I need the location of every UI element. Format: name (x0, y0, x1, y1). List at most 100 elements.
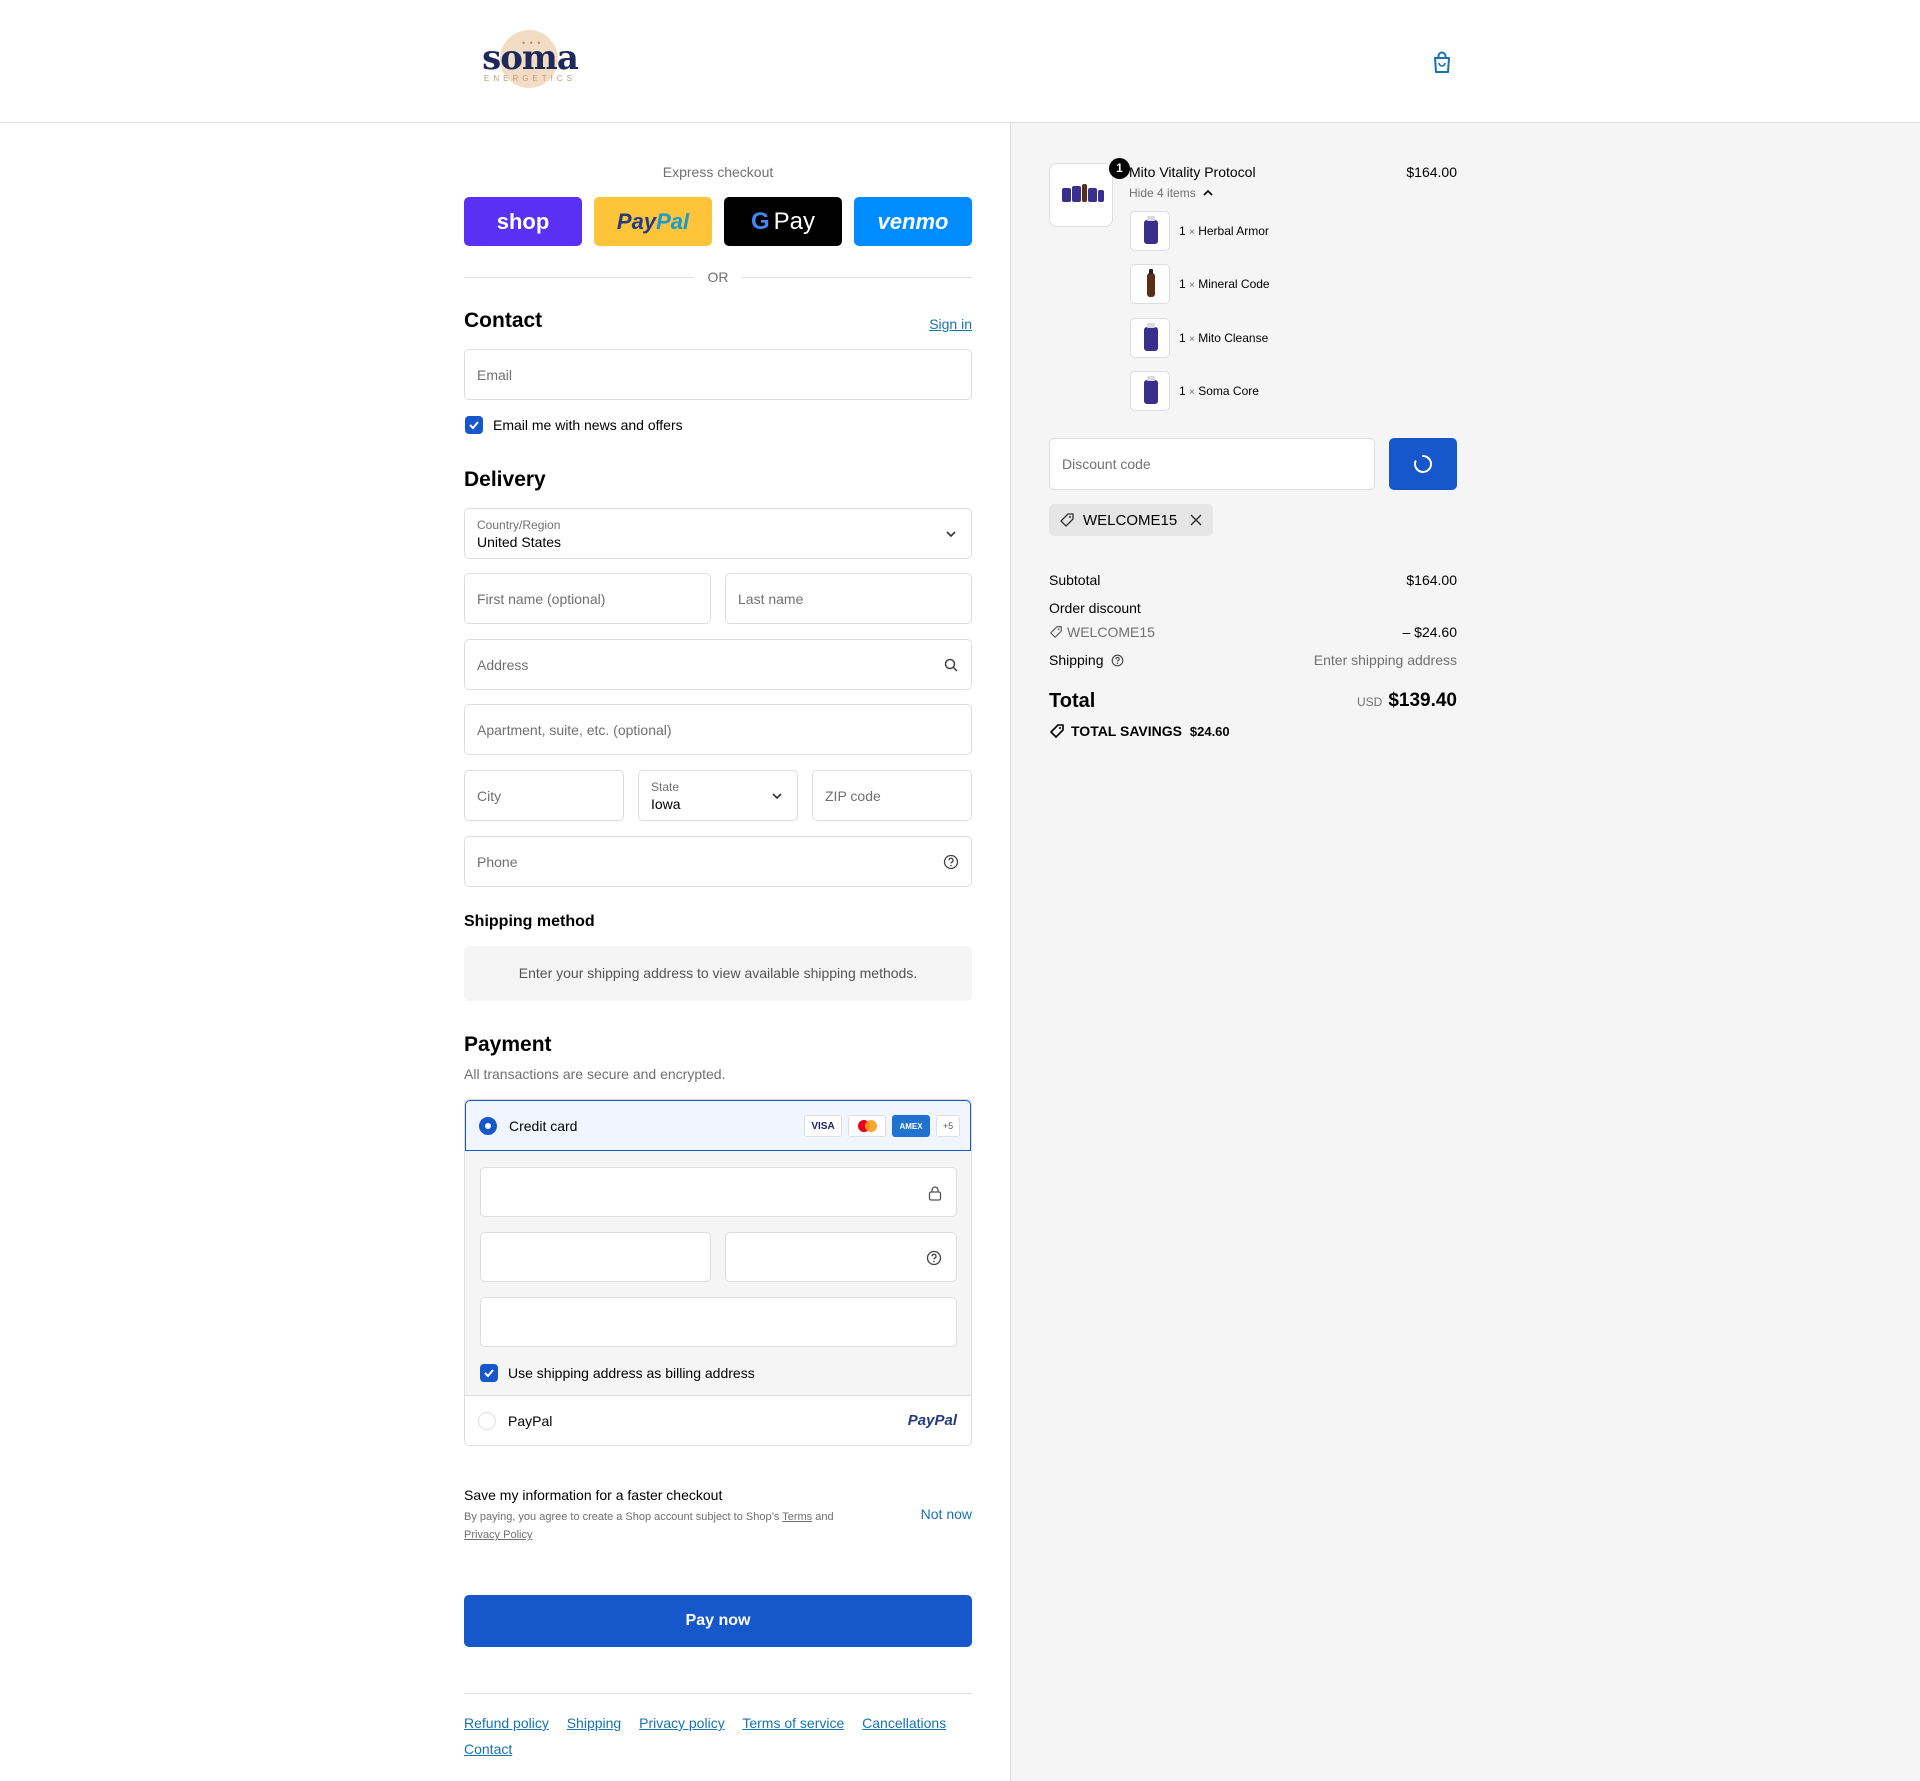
total-amount: USD $139.40 (1357, 690, 1457, 712)
state-value: Iowa (651, 796, 681, 812)
last-name-placeholder: Last name (738, 591, 804, 607)
chevron-up-icon (1203, 189, 1213, 196)
help-circle-icon[interactable] (1111, 654, 1124, 667)
discount-code-line: WELCOME15 (1049, 624, 1155, 640)
apartment-placeholder: Apartment, suite, etc. (optional) (477, 722, 672, 738)
product-price: $164.00 (1406, 164, 1457, 180)
total-savings-value: $24.60 (1189, 724, 1230, 739)
bundle-item: 1 × Soma Core (1179, 384, 1259, 398)
delivery-title: Delivery (464, 468, 546, 491)
tag-icon (1060, 513, 1074, 527)
zip-field[interactable]: ZIP code (812, 770, 972, 821)
paypal-radio[interactable] (478, 1412, 496, 1430)
card-number-field[interactable] (480, 1167, 957, 1217)
state-select[interactable]: State Iowa (638, 770, 798, 821)
credit-card-option[interactable]: Credit card VISA AMEX +5 (465, 1100, 971, 1151)
name-on-card-field[interactable] (480, 1297, 957, 1347)
mito-cleanse-thumbnail (1130, 318, 1170, 358)
more-brands-label: +5 (942, 1121, 954, 1131)
paypal-express-button[interactable]: Pay Pal (594, 197, 712, 246)
discount-code-text: WELCOME15 (1067, 624, 1155, 640)
mastercard-icon (848, 1115, 886, 1137)
save-info-title: Save my information for a faster checkou… (464, 1487, 723, 1503)
shipping-method-title: Shipping method (464, 913, 595, 930)
total-label: Total (1049, 690, 1096, 712)
city-field[interactable]: City (464, 770, 624, 821)
amex-label: AMEX (899, 1121, 923, 1131)
subtotal-label: Subtotal (1049, 572, 1101, 588)
soma-core-thumbnail (1130, 371, 1170, 411)
total-value: $139.40 (1388, 690, 1457, 711)
chevron-down-icon (772, 793, 782, 800)
payment-options: Credit card VISA AMEX +5 Use shipping ad… (464, 1099, 972, 1446)
apartment-field[interactable]: Apartment, suite, etc. (optional) (464, 704, 972, 755)
order-summary: 1 Mito Vitality Protocol $164.00 Hide 4 … (1010, 123, 1920, 1781)
phone-field[interactable]: Phone (464, 836, 972, 887)
google-pay-button[interactable]: G Pay (724, 197, 842, 246)
apply-discount-button[interactable] (1389, 438, 1457, 490)
zip-placeholder: ZIP code (825, 788, 881, 804)
shipping-label: Shipping (1049, 652, 1104, 668)
refund-policy-link[interactable]: Refund policy (464, 1715, 549, 1731)
expiration-date-field[interactable] (480, 1232, 711, 1282)
last-name-field[interactable]: Last name (725, 573, 972, 624)
email-placeholder: Email (477, 367, 513, 383)
credit-card-radio[interactable] (479, 1117, 497, 1135)
help-circle-icon[interactable] (943, 854, 959, 870)
loading-spinner-icon (1414, 455, 1432, 473)
total-savings-label: TOTAL SAVINGS (1071, 723, 1182, 739)
billing-address-checkbox[interactable] (480, 1364, 498, 1382)
contact-title: Contact (464, 309, 543, 332)
paypal-logo: PayPal (907, 1412, 957, 1429)
paypal-pay-word: Pay (616, 208, 657, 234)
not-now-button[interactable]: Not now (921, 1506, 972, 1522)
check-icon (469, 421, 479, 430)
paypal-option[interactable]: PayPal PayPal (465, 1395, 971, 1445)
country-select[interactable]: Country/Region United States (464, 508, 972, 559)
shopping-bag-icon[interactable] (1431, 50, 1453, 74)
tag-icon (1050, 626, 1062, 638)
search-icon (944, 658, 958, 672)
herbal-armor-thumbnail (1130, 211, 1170, 251)
terms-of-service-link[interactable]: Terms of service (742, 1715, 844, 1731)
discount-code-field[interactable]: Discount code (1049, 438, 1375, 490)
subtotal-value: $164.00 (1406, 572, 1457, 588)
security-code-field[interactable] (725, 1232, 957, 1282)
sign-in-link[interactable]: Sign in (929, 316, 972, 332)
hide-items-toggle[interactable]: Hide 4 items (1129, 186, 1213, 200)
mineral-code-thumbnail (1130, 264, 1170, 304)
order-discount-label: Order discount (1049, 600, 1141, 616)
product-name: Mito Vitality Protocol (1129, 164, 1256, 180)
help-circle-icon[interactable] (926, 1250, 942, 1266)
close-icon[interactable] (1189, 513, 1203, 527)
venmo-button[interactable]: venmo (854, 197, 972, 246)
express-checkout-title: Express checkout (662, 164, 774, 180)
soma-logo[interactable]: • • • soma ENERGETICS (478, 30, 582, 88)
cancellations-link[interactable]: Cancellations (862, 1715, 946, 1731)
email-field[interactable]: Email (464, 349, 972, 400)
check-icon (484, 1369, 494, 1378)
pay-now-button[interactable]: Pay now (464, 1595, 972, 1647)
shop-pay-button[interactable]: shop (464, 197, 582, 246)
quantity-badge: 1 (1109, 158, 1130, 179)
address-field[interactable]: Address (464, 639, 972, 690)
first-name-field[interactable]: First name (optional) (464, 573, 711, 624)
privacy-policy-footer-link[interactable]: Privacy policy (639, 1715, 725, 1731)
applied-discount-chip: WELCOME15 (1049, 504, 1214, 536)
bundle-item: 1 × Mineral Code (1179, 277, 1270, 291)
privacy-policy-link[interactable]: Privacy Policy (464, 1529, 532, 1541)
city-placeholder: City (477, 788, 502, 804)
footer-divider (464, 1693, 972, 1694)
visa-label: VISA (811, 1120, 835, 1132)
phone-placeholder: Phone (477, 854, 518, 870)
logo-subtitle: ENERGETICS (483, 74, 576, 83)
contact-link[interactable]: Contact (464, 1741, 512, 1757)
paypal-option-label: PayPal (508, 1413, 553, 1429)
billing-address-label: Use shipping address as billing address (508, 1365, 755, 1381)
shipping-policy-link[interactable]: Shipping (567, 1715, 622, 1731)
news-checkbox[interactable] (465, 416, 483, 434)
product-thumbnail (1049, 163, 1113, 227)
discount-value: – $24.60 (1402, 624, 1458, 640)
terms-link[interactable]: Terms (782, 1511, 812, 1523)
venmo-label: venmo (877, 208, 949, 234)
